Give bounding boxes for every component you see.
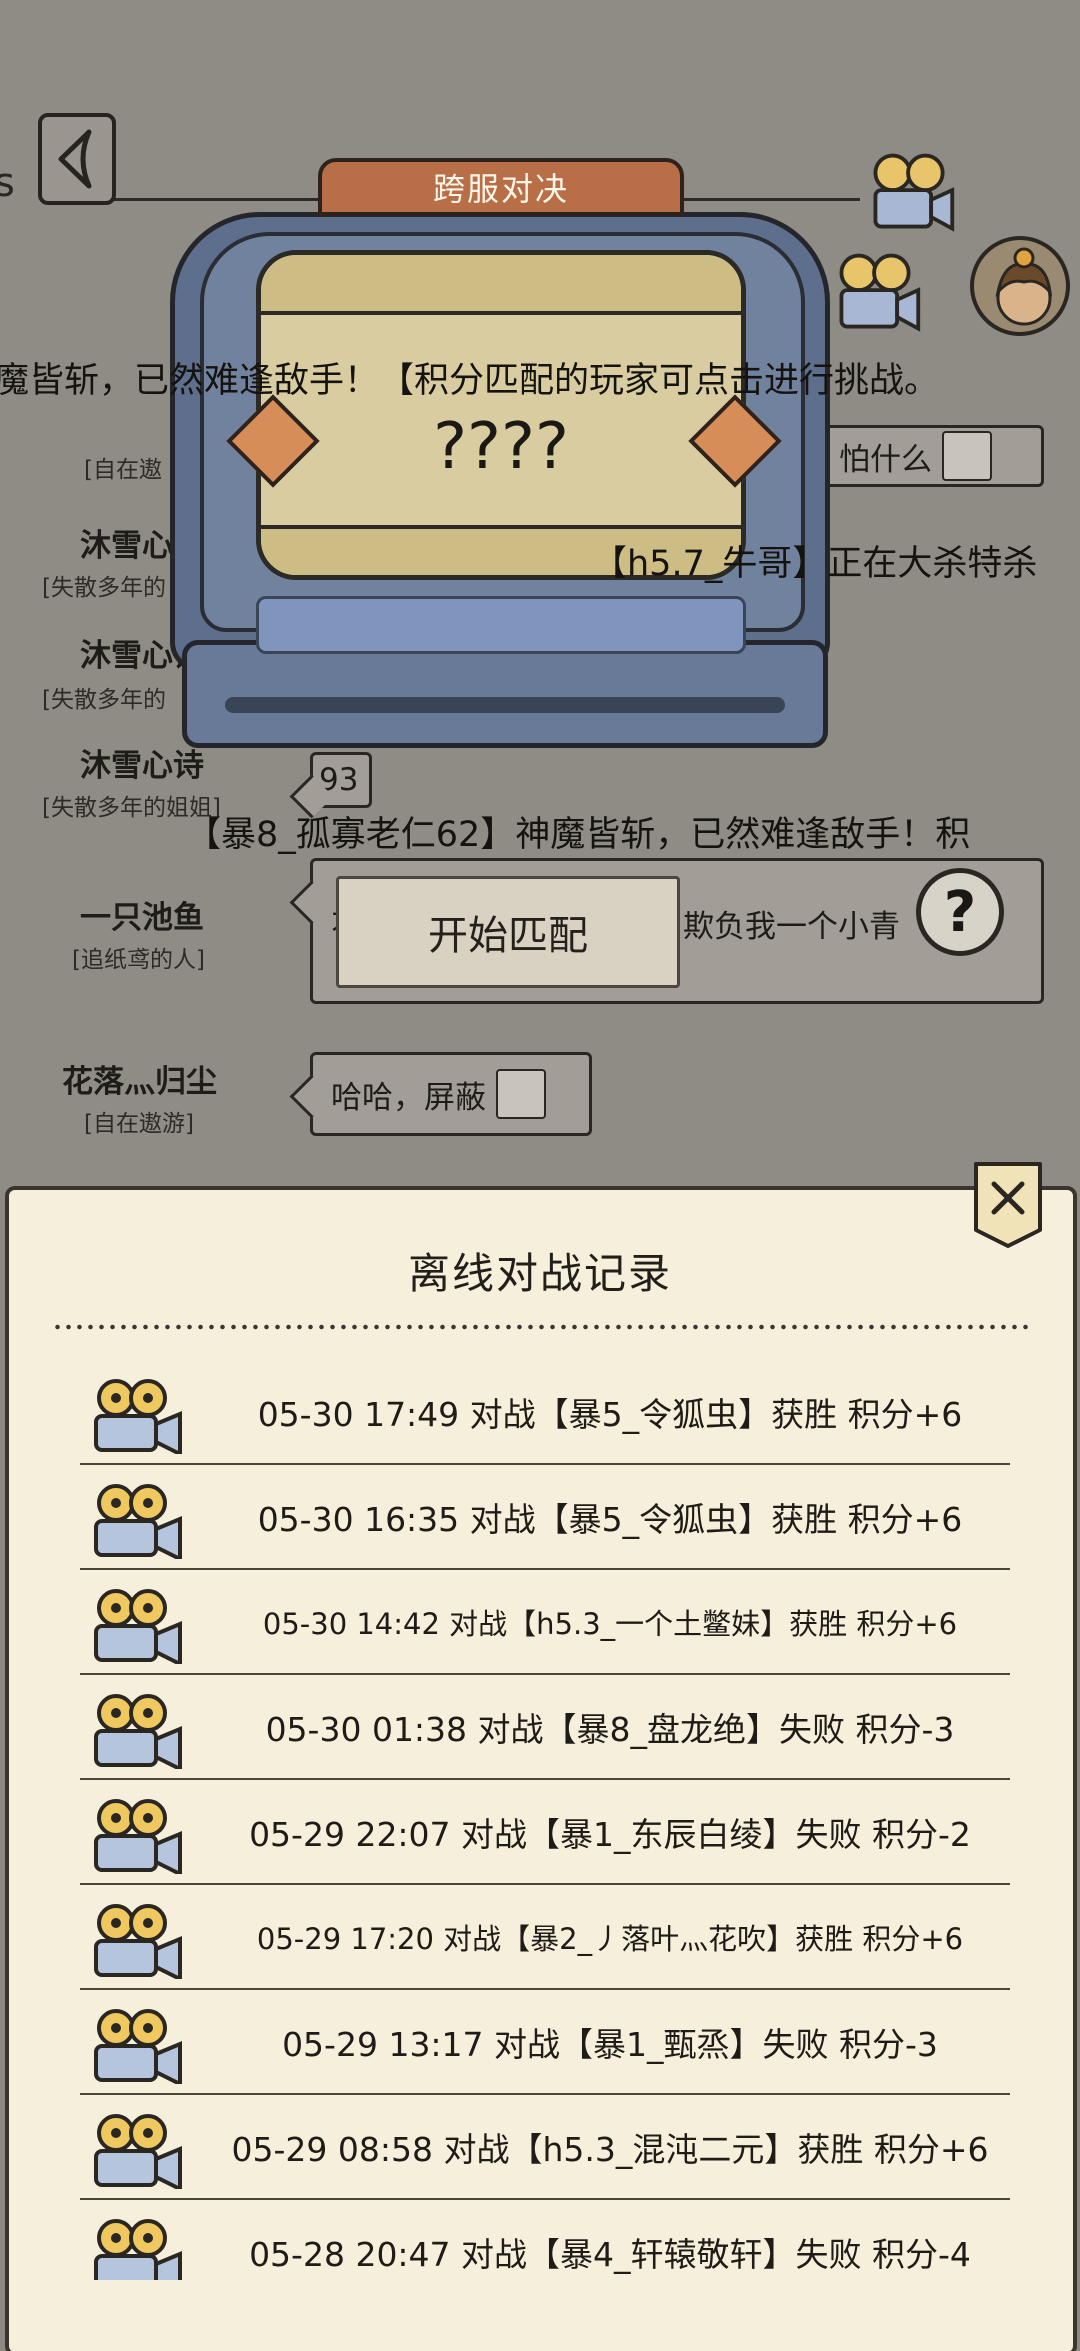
battle-record-row[interactable]: 05-30 01:38 对战【暴8_盘龙绝】失败 积分-3 [80, 1675, 1010, 1780]
battle-record-text: 05-30 01:38 对战【暴8_盘龙绝】失败 积分-3 [265, 1709, 955, 1749]
film-camera-icon[interactable] [828, 250, 924, 336]
chat-user-name[interactable]: 沐雪心 [80, 520, 173, 565]
chat-message-bubble: 哈哈，屏蔽 [310, 1052, 592, 1136]
battle-record-text: 05-29 13:17 对战【暴1_甄烝】失败 积分-3 [282, 2024, 938, 2064]
chat-message-text: 欺负我一个小青 [683, 909, 900, 945]
battle-panel-bar [256, 596, 746, 654]
film-camera-icon[interactable] [862, 150, 958, 236]
dotted-divider [52, 1324, 1028, 1330]
chat-user-title: [失散多年的 [42, 687, 166, 713]
film-camera-icon[interactable] [84, 2113, 184, 2189]
emoji-face-icon [942, 431, 992, 481]
battle-record-text: 05-28 20:47 对战【暴4_轩辕敬轩】失败 积分-4 [249, 2234, 971, 2274]
chat-user-title: [追纸鸢的人] [72, 947, 205, 973]
battle-record-text: 05-29 17:20 对战【暴2_丿落叶灬花吹】获胜 积分+6 [256, 1921, 964, 1956]
chat-message-bubble: 93 [310, 752, 372, 808]
film-camera-icon[interactable] [84, 1588, 184, 1664]
battle-record-row[interactable]: 05-29 13:17 对战【暴1_甄烝】失败 积分-3 [80, 1990, 1010, 2095]
avatar[interactable] [970, 236, 1070, 336]
film-camera-icon[interactable] [84, 2008, 184, 2084]
question-mark-icon[interactable]: ? [916, 868, 1004, 956]
film-camera-icon[interactable] [84, 1693, 184, 1769]
back-arrow-icon [58, 129, 92, 189]
battle-record-row[interactable]: 05-30 14:42 对战【h5.3_一个土鳖妹】获胜 积分+6 [80, 1570, 1010, 1675]
log-title: 离线对战记录 [407, 1249, 672, 1298]
emoji-face-icon [496, 1069, 546, 1119]
broadcast-marquee: 魔皆斩，已然难逢敌手！【积分匹配的玩家可点击进行挑战。 [0, 361, 940, 401]
opponent-placeholder: ???? [433, 410, 569, 484]
film-camera-icon[interactable] [84, 1378, 184, 1454]
chat-user-title: [失散多年的 [42, 575, 166, 601]
chat-user-name[interactable]: 沐雪心诗 [80, 740, 204, 785]
battle-panel-slot [225, 697, 785, 713]
back-button[interactable] [38, 113, 116, 205]
battle-record-row[interactable]: 05-29 08:58 对战【h5.3_混沌二元】获胜 积分+6 [80, 2095, 1010, 2200]
chat-message-text: 93 [319, 762, 359, 798]
edge-glyph: s [0, 160, 15, 206]
chat-user-title: [自在遨游] [84, 1111, 194, 1137]
scroll-top-roll [261, 255, 741, 315]
battle-record-list: 05-30 17:49 对战【暴5_令狐虫】获胜 积分+6 05-30 16:35… [80, 1360, 1010, 2280]
battle-record-text: 05-30 14:42 对战【h5.3_一个土鳖妹】获胜 积分+6 [262, 1606, 958, 1641]
panel-title: 跨服对决 [318, 158, 684, 216]
film-camera-icon[interactable] [84, 1798, 184, 1874]
broadcast-marquee: 【暴8_孤寡老仁62】神魔皆斩，已然难逢敌手！积 [186, 815, 971, 855]
battle-record-text: 05-30 16:35 对战【暴5_令狐虫】获胜 积分+6 [257, 1499, 963, 1539]
battle-record-row[interactable]: 05-29 22:07 对战【暴1_东辰白绫】失败 积分-2 [80, 1780, 1010, 1885]
battle-record-row[interactable]: 05-30 16:35 对战【暴5_令狐虫】获胜 积分+6 [80, 1465, 1010, 1570]
film-camera-icon[interactable] [84, 1903, 184, 1979]
chat-user-name[interactable]: 花落灬归尘 [62, 1056, 217, 1101]
battle-record-text: 05-29 22:07 对战【暴1_东辰白绫】失败 积分-2 [249, 1814, 971, 1854]
chat-message-bubble: 怕什么 [818, 425, 1044, 487]
broadcast-marquee: 【h5.7_牛哥】正在大杀特杀 [592, 544, 1038, 584]
start-match-button[interactable]: 开始匹配 [336, 876, 680, 988]
battle-record-row[interactable]: 05-28 20:47 对战【暴4_轩辕敬轩】失败 积分-4 [80, 2200, 1010, 2280]
film-camera-icon[interactable] [84, 2218, 184, 2280]
battle-record-text: 05-30 17:49 对战【暴5_令狐虫】获胜 积分+6 [257, 1394, 963, 1434]
chat-message-text: 怕什么 [839, 441, 932, 478]
chat-user-title: [自在遨 [84, 457, 162, 483]
battle-record-text: 05-29 08:58 对战【h5.3_混沌二元】获胜 积分+6 [231, 2129, 989, 2169]
battle-record-row[interactable]: 05-30 17:49 对战【暴5_令狐虫】获胜 积分+6 [80, 1360, 1010, 1465]
chat-user-name[interactable]: 一只池鱼 [80, 892, 204, 937]
battle-record-row[interactable]: 05-29 17:20 对战【暴2_丿落叶灬花吹】获胜 积分+6 [80, 1885, 1010, 1990]
film-camera-icon[interactable] [84, 1483, 184, 1559]
battle-panel-base [182, 640, 828, 748]
close-icon[interactable] [972, 1160, 1044, 1248]
chat-message-text: 哈哈，屏蔽 [331, 1079, 486, 1116]
